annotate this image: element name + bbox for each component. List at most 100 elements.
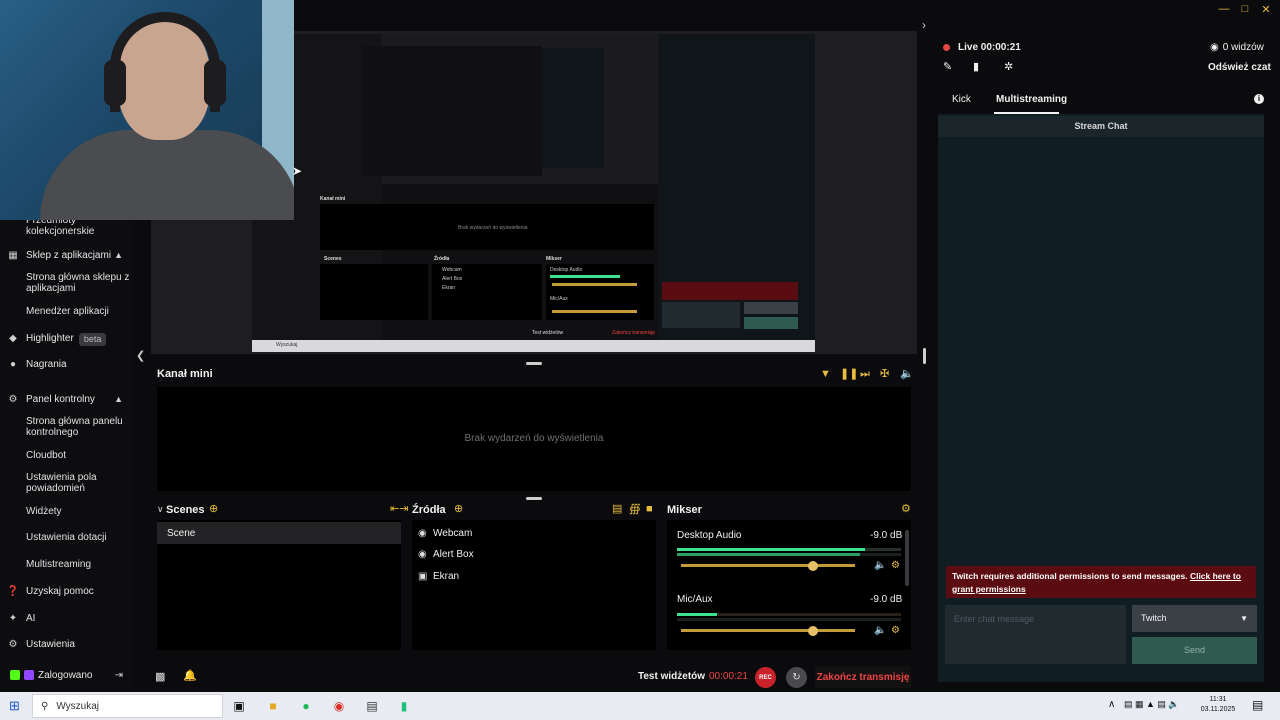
test-widgets-button[interactable]: Test widżetów: [638, 671, 705, 682]
record-button[interactable]: REC: [755, 667, 776, 688]
webcam-icon: ◉: [418, 528, 427, 539]
sidebar-item-store-home[interactable]: Strona główna sklepu z aplikacjami: [26, 272, 130, 294]
chrome-icon[interactable]: ◉: [329, 696, 349, 716]
sidebar-item-label: Highlighter: [26, 333, 74, 344]
resize-handle[interactable]: [526, 362, 542, 365]
source-folder-icon[interactable]: ■: [646, 504, 653, 515]
chevron-up-icon[interactable]: ▲: [114, 250, 123, 261]
taskbar-search[interactable]: ⚲ Wyszukaj: [32, 694, 223, 718]
replay-buffer-icon[interactable]: ↻: [786, 667, 807, 688]
sidebar-item-label: Nagrania: [26, 359, 67, 370]
source-link-icon[interactable]: ∰: [629, 504, 641, 515]
sidebar-item-app-store[interactable]: ▦ Sklep z aplikacjami ▲: [0, 250, 133, 261]
source-item-screen[interactable]: ▣ Ekran: [418, 571, 459, 582]
chevron-up-icon[interactable]: ▲: [114, 394, 123, 405]
sidebar-item-widgets[interactable]: Widżety: [26, 506, 130, 517]
notification-center-icon[interactable]: ▤: [1252, 698, 1263, 712]
sidebar-item-highlighter[interactable]: ◆ Highlighter beta: [0, 333, 133, 346]
gear-icon[interactable]: ⚙: [891, 560, 900, 571]
end-stream-button[interactable]: Zakończ transmisję: [815, 666, 911, 688]
volume-slider[interactable]: [681, 629, 855, 632]
pause-icon[interactable]: ❚❚: [840, 369, 858, 380]
taskbar-clock[interactable]: 11:31 03.11.2025: [1196, 695, 1240, 715]
tray-icons[interactable]: ▤ ▦ ▲ ▤ 🔈: [1124, 699, 1180, 710]
volume-icon[interactable]: 🔈: [900, 369, 914, 380]
sidebar-item-help[interactable]: ❓ Uzyskaj pomoc: [0, 586, 133, 597]
sidebar-item-label: Uzyskaj pomoc: [26, 586, 94, 597]
sidebar-item-ai[interactable]: ✦ AI: [0, 613, 133, 624]
tab-multistreaming[interactable]: Multistreaming: [996, 94, 1067, 105]
active-tab-underline: [994, 112, 1059, 114]
taskbar-search-label: Wyszukaj: [56, 700, 100, 712]
scene-item[interactable]: Scene: [157, 522, 401, 544]
windows-start-icon[interactable]: ⊞: [9, 698, 20, 714]
source-item-alertbox[interactable]: ◉ Alert Box: [418, 549, 474, 560]
chevron-down-icon[interactable]: ∨: [157, 504, 164, 515]
preview-permission: [662, 282, 798, 300]
minimize-icon[interactable]: —: [1214, 0, 1234, 18]
streamlabs-icon[interactable]: ▮: [394, 696, 414, 716]
vertical-resize-handle[interactable]: [923, 348, 926, 364]
close-icon[interactable]: ✕: [1256, 0, 1276, 18]
sidebar-item-cloudbot[interactable]: Cloudbot: [26, 450, 130, 461]
source-view-icon[interactable]: ▤: [612, 504, 622, 515]
preview-text: Scenes: [324, 256, 342, 262]
collapse-sidebar-icon[interactable]: ❮: [136, 349, 145, 362]
scene-transitions-icon[interactable]: ⇤⇥: [390, 504, 408, 515]
dashboard-icon: ⚙: [8, 394, 18, 405]
twitch-logo: [20, 670, 38, 683]
sidebar-item-alertbox-settings[interactable]: Ustawienia pola powiadomień: [26, 472, 130, 494]
events-panel: Brak wydarzeń do wyświetlenia: [157, 387, 911, 491]
sidebar-item-settings[interactable]: ⚙ Ustawienia: [0, 639, 133, 650]
recordings-icon: ●: [9, 359, 17, 370]
speaker-icon[interactable]: 🔈: [874, 625, 886, 636]
filter-icon[interactable]: ▼: [820, 369, 831, 380]
sidebar-item-dashboard[interactable]: ⚙ Panel kontrolny ▲: [0, 394, 133, 405]
sidebar-item-dashboard-home[interactable]: Strona główna panelu kontrolnego: [26, 416, 130, 438]
skip-icon[interactable]: ⏭: [860, 369, 870, 380]
refresh-chat-button[interactable]: Odśwież czat: [1208, 62, 1271, 73]
edit-icon[interactable]: ✎: [943, 60, 952, 73]
share-icon[interactable]: ✲: [1004, 60, 1013, 73]
task-view-icon[interactable]: ▣: [229, 696, 249, 716]
sidebar-item-multistreaming[interactable]: Multistreaming: [26, 559, 130, 570]
add-source-icon[interactable]: ⊕: [454, 504, 463, 515]
volume-slider[interactable]: [681, 564, 855, 567]
mute-alerts-icon[interactable]: ✠: [880, 369, 889, 380]
info-icon[interactable]: i: [1254, 94, 1264, 104]
stream-preview[interactable]: Kanał mini Brak wydarzeń do wyświetlenia…: [252, 34, 815, 352]
live-status: Live 00:00:21: [958, 42, 1021, 53]
chevron-right-icon[interactable]: ›: [922, 18, 926, 32]
add-scene-icon[interactable]: ⊕: [209, 504, 218, 515]
logout-icon[interactable]: ⇥: [115, 670, 123, 681]
sidebar-item-label: AI: [26, 613, 36, 624]
sidebar-item-donation-settings[interactable]: Ustawienia dotacji: [26, 532, 130, 543]
notifications-icon[interactable]: 🔔: [183, 669, 197, 682]
audio-meter-fill: [677, 553, 860, 556]
spotify-icon[interactable]: ●: [296, 696, 316, 716]
send-button[interactable]: Send: [1132, 637, 1257, 664]
dashboard-icon[interactable]: ▮: [973, 60, 979, 73]
notepad-icon[interactable]: ▤: [362, 696, 382, 716]
resize-handle[interactable]: [526, 497, 542, 500]
maximize-icon[interactable]: □: [1235, 0, 1255, 18]
stats-icon[interactable]: ▩: [155, 670, 165, 683]
sidebar-item-logged-in[interactable]: Zalogowano ⇥: [0, 670, 133, 683]
sidebar-item-app-manager[interactable]: Menedżer aplikacji: [26, 306, 130, 317]
source-label: Alert Box: [433, 549, 474, 560]
preview-send: [744, 317, 798, 329]
preview-nested-chat: [542, 48, 604, 168]
source-item-webcam[interactable]: ◉ Webcam: [418, 528, 472, 539]
file-explorer-icon[interactable]: ■: [263, 696, 283, 716]
chat-message-input[interactable]: Enter chat message: [945, 605, 1126, 664]
sidebar-item-recordings[interactable]: ● Nagrania: [0, 359, 133, 370]
platform-select[interactable]: Twitch ▼: [1132, 605, 1257, 632]
mixer-channel-name: Mic/Aux: [677, 594, 713, 605]
tray-chevron-icon[interactable]: ∧: [1108, 699, 1115, 710]
mixer-settings-icon[interactable]: ⚙: [901, 504, 911, 515]
gear-icon[interactable]: ⚙: [891, 625, 900, 636]
tab-kick[interactable]: Kick: [952, 94, 971, 105]
headphone-left: [104, 60, 126, 106]
mixer-scrollbar[interactable]: [905, 530, 909, 586]
speaker-icon[interactable]: 🔈: [874, 560, 886, 571]
